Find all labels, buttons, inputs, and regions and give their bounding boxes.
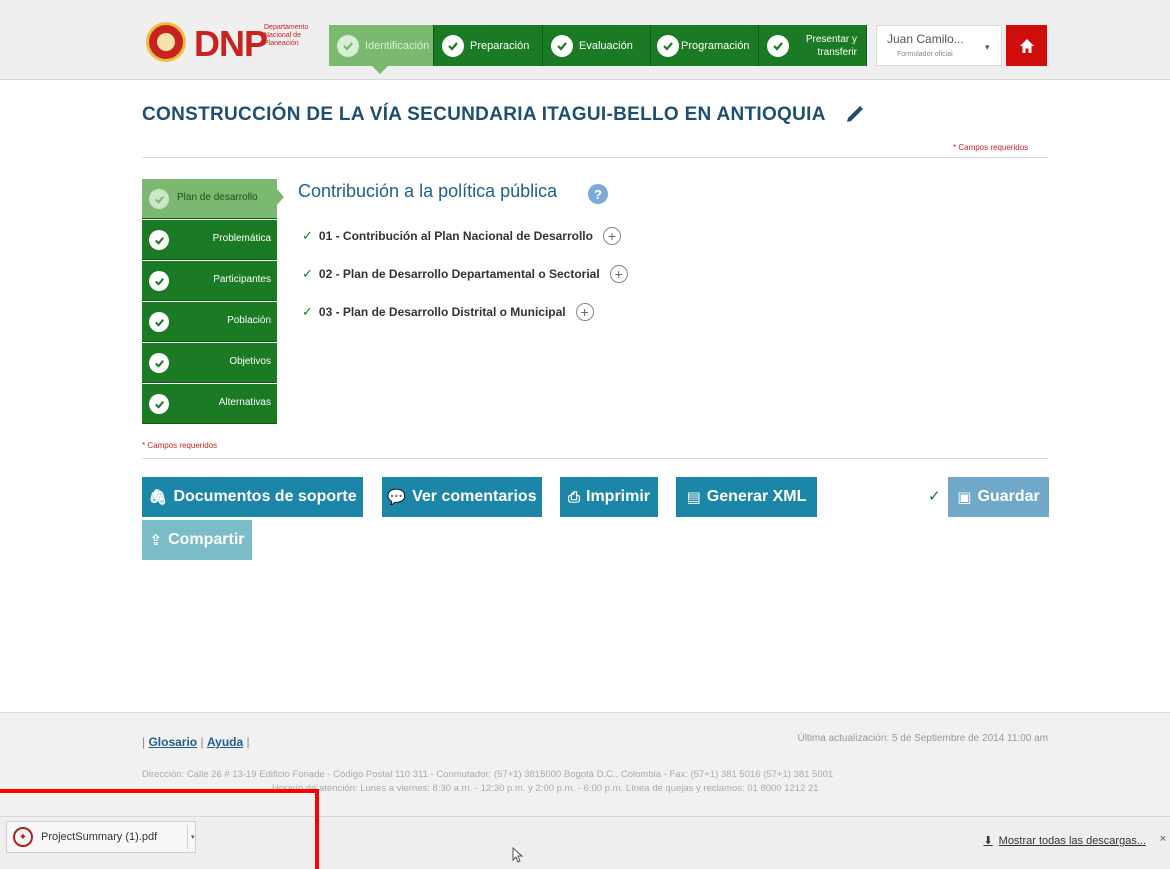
check-icon [337,34,359,57]
home-button[interactable] [1006,25,1047,66]
sidebar-item-plan-de-desarrollo[interactable]: Plan de desarrollo [142,179,277,219]
check-icon [551,34,573,57]
check-icon [149,189,169,209]
sidebar-item-label: Problemática [212,233,271,244]
check-icon [149,394,169,414]
comments-label: Ver comentarios [412,488,537,505]
check-icon: ✓ [302,266,313,281]
step-programacion[interactable]: Programación [651,25,759,66]
expand-plus-icon[interactable]: + [602,227,621,245]
generate-xml-button[interactable]: ▤ Generar XML [676,477,817,517]
floppy-disk-icon: ▣ [957,489,972,506]
documents-label: Documentos de soporte [173,488,357,505]
step-presentar[interactable]: Presentar y transferir [759,25,867,66]
footer-links: | Glosario | Ayuda | [142,735,250,749]
show-all-downloads-link[interactable]: ⬇ Mostrar todas las descargas... [983,834,1146,847]
dnp-logo[interactable]: DNP Departamento Nacional de Planeación [146,20,328,66]
check-icon: ✓ [302,228,313,243]
print-label: Imprimir [586,488,651,505]
xml-file-icon: ▤ [686,489,701,506]
share-icon: ⇪ [149,532,163,549]
show-all-label: Mostrar todas las descargas... [998,835,1146,847]
sidebar-item-poblacion[interactable]: Población [142,302,277,342]
print-button[interactable]: ⎙ Imprimir [560,477,658,517]
check-icon [149,312,169,332]
sidebar-item-problematica[interactable]: Problemática [142,220,277,260]
page: DNP Departamento Nacional de Planeación … [0,0,1170,869]
expand-plus-icon[interactable]: + [575,303,594,321]
red-highlight-annotation [0,789,319,869]
sidebar-item-label: Población [227,315,271,326]
download-arrow-icon: ⬇ [983,835,993,847]
user-menu[interactable]: Juan Camilo... Formulador oficial ▾ [876,25,1002,66]
active-item-pointer [277,189,284,205]
divider [142,458,1048,459]
required-fields-note: * Campos requeridos [953,143,1029,152]
plan-row-municipal[interactable]: ✓ 03 - Plan de Desarrollo Distrital o Mu… [302,303,594,321]
sidebar-item-label: Objetivos [229,356,271,367]
logo-brand: DNP [194,23,268,64]
sidebar-item-objetivos[interactable]: Objetivos [142,343,277,383]
plan-label: 01 - Contribución al Plan Nacional de De… [318,229,593,243]
colombia-seal-icon [146,22,186,62]
step-label: Preparación [470,39,530,52]
share-button[interactable]: ⇪ Compartir [142,520,252,560]
user-role: Formulador oficial [897,51,953,58]
check-icon [442,34,464,57]
plan-label: 03 - Plan de Desarrollo Distrital o Muni… [318,305,566,319]
plan-row-nacional[interactable]: ✓ 01 - Contribución al Plan Nacional de … [302,227,621,245]
sidebar-item-participantes[interactable]: Participantes [142,261,277,301]
step-label: Presentar y transferir [805,33,857,58]
close-icon[interactable]: × [1160,833,1166,845]
logo-subtitle: Departamento Nacional de Planeación [264,24,309,47]
user-name: Juan Camilo... [887,32,964,46]
save-button[interactable]: ▣ Guardar [948,477,1049,517]
address-text: Dirección: Calle 26 # 13-19 Edificio Fon… [142,769,834,780]
check-icon [149,271,169,291]
sidebar-item-label: Alternativas [218,397,271,408]
sidebar-item-alternativas[interactable]: Alternativas [142,384,277,424]
generate-xml-label: Generar XML [706,488,807,505]
expand-plus-icon[interactable]: + [609,265,628,283]
comment-icon: 💬 [387,489,407,506]
step-label: Evaluación [579,39,633,52]
divider [142,157,1048,158]
top-header: DNP Departamento Nacional de Planeación … [0,0,1170,80]
project-title: CONSTRUCCIÓN DE LA VÍA SECUNDARIA ITAGUI… [142,104,826,125]
sidebar-item-label: Plan de desarrollo [177,192,258,203]
step-evaluacion[interactable]: Evaluación [543,25,651,66]
sidebar-item-label: Participantes [213,274,271,285]
step-preparacion[interactable]: Preparación [434,25,543,66]
paperclip-icon: 🖇 [148,489,168,506]
pencil-icon[interactable] [843,104,865,126]
help-icon[interactable]: ? [588,184,608,204]
active-step-pointer [372,66,388,74]
step-label: Programación [681,39,750,52]
glossary-link[interactable]: Glosario [148,735,197,749]
check-icon: ✓ [302,304,313,319]
check-icon [149,230,169,250]
check-icon [657,34,679,57]
saved-check-icon: ✓ [928,488,941,505]
mouse-cursor-icon [512,847,524,863]
save-label: Guardar [977,488,1040,505]
section-title: Contribución a la política pública [298,181,558,201]
printer-icon: ⎙ [567,488,580,506]
plan-row-departamental[interactable]: ✓ 02 - Plan de Desarrollo Departamental … [302,265,628,283]
step-identificacion[interactable]: Identificación [329,25,434,66]
home-icon [1019,38,1034,53]
chevron-down-icon: ▾ [985,42,990,52]
documents-button[interactable]: 🖇 Documentos de soporte [142,477,363,517]
comments-button[interactable]: 💬 Ver comentarios [382,477,542,517]
required-fields-note: * Campos requeridos [142,441,218,450]
check-icon [149,353,169,373]
last-update: Última actualización: 5 de Septiembre de… [797,733,1048,744]
plan-label: 02 - Plan de Desarrollo Departamental o … [318,267,600,281]
share-label: Compartir [168,531,245,548]
step-label: Identificación [365,39,430,52]
help-link[interactable]: Ayuda [207,735,243,749]
check-icon [767,34,789,57]
